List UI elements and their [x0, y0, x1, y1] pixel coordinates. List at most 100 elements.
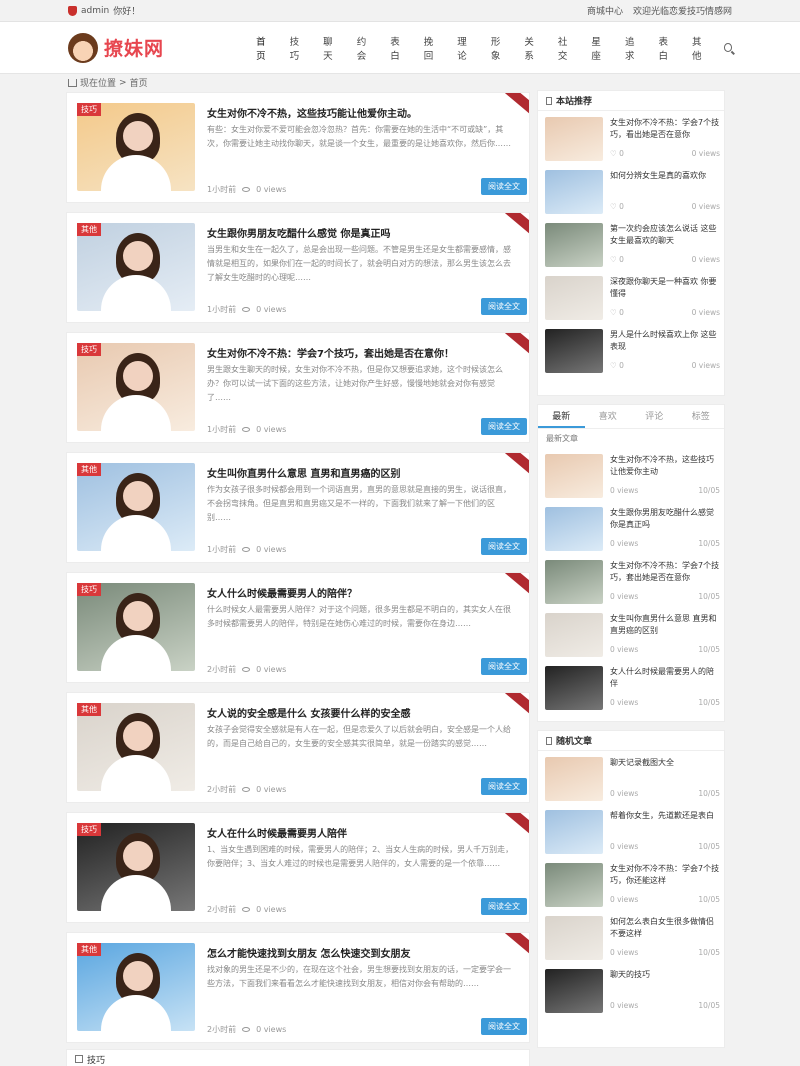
sidebar-thumbnail[interactable]	[545, 757, 603, 801]
post-title[interactable]: 女生对你不冷不热，这些技巧能让他爱你主动。	[207, 105, 507, 120]
bottom-section-label[interactable]: 技巧	[87, 1053, 105, 1066]
sidebar-item-title[interactable]: 男人是什么时候喜欢上你 这些表现	[610, 329, 720, 353]
sidebar-item-title[interactable]: 第一次约会应该怎么说话 这些女生最喜欢的聊天	[610, 223, 720, 247]
nav-item-other[interactable]: 其他	[684, 34, 718, 62]
post-thumbnail[interactable]	[77, 463, 195, 551]
post-title[interactable]: 怎么才能快速找到女朋友 怎么快速交到女朋友	[207, 945, 507, 960]
sidebar-item[interactable]: 如何分辨女生是真的喜欢你 ♡ 0 0 views	[538, 164, 724, 217]
nav-item-home[interactable]: 首页	[248, 34, 282, 62]
sidebar-item[interactable]: 聊天的技巧 0 views 10/05	[538, 963, 724, 1016]
sidebar-item[interactable]: 女生叫你直男什么意思 直男和直男癌的区别 0 views 10/05	[538, 607, 724, 660]
sidebar-item[interactable]: 女人什么时候最需要男人的陪伴 0 views 10/05	[538, 660, 724, 713]
sidebar-item[interactable]: 男人是什么时候喜欢上你 这些表现 ♡ 0 0 views	[538, 323, 724, 376]
nav-item-date[interactable]: 约会	[349, 34, 383, 62]
post-title[interactable]: 女生叫你直男什么意思 直男和直男癌的区别	[207, 465, 507, 480]
sidebar-item-title[interactable]: 帮着你女生，先道歉还是表白	[610, 810, 720, 834]
tab-comments[interactable]: 评论	[631, 405, 678, 428]
read-more-button[interactable]: 阅读全文	[481, 778, 527, 795]
search-icon[interactable]	[723, 43, 732, 52]
post-thumbnail[interactable]	[77, 703, 195, 791]
nav-item-skills[interactable]: 技巧	[282, 34, 316, 62]
read-more-button[interactable]: 阅读全文	[481, 538, 527, 555]
post-title[interactable]: 女生对你不冷不热：学会7个技巧，套出她是否在意你！	[207, 345, 507, 360]
sidebar-item-title[interactable]: 女人什么时候最需要男人的陪伴	[610, 666, 720, 690]
nav-item-theory[interactable]: 理论	[449, 34, 483, 62]
nav-item-image[interactable]: 形象	[483, 34, 517, 62]
post-thumbnail[interactable]	[77, 103, 195, 191]
sidebar-thumbnail[interactable]	[545, 613, 603, 657]
sidebar-item-title[interactable]: 女生对你不冷不热：学会7个技巧，看出她是否在意你	[610, 117, 720, 141]
sidebar-thumbnail[interactable]	[545, 223, 603, 267]
sidebar-item-title[interactable]: 女生对你不冷不热：学会7个技巧，套出她是否在意你	[610, 560, 720, 584]
top-link-shop[interactable]: 商城中心	[587, 4, 623, 17]
category-tag[interactable]: 其他	[77, 943, 101, 956]
sidebar-thumbnail[interactable]	[545, 117, 603, 161]
sidebar-item-title[interactable]: 女生叫你直男什么意思 直男和直男癌的区别	[610, 613, 720, 637]
sidebar-item-title[interactable]: 深夜跟你聊天是一种喜欢 你要懂得	[610, 276, 720, 300]
sidebar-thumbnail[interactable]	[545, 170, 603, 214]
sidebar-thumbnail[interactable]	[545, 666, 603, 710]
category-tag[interactable]: 其他	[77, 703, 101, 716]
category-tag[interactable]: 技巧	[77, 103, 101, 116]
category-tag[interactable]: 技巧	[77, 583, 101, 596]
read-more-button[interactable]: 阅读全文	[481, 418, 527, 435]
sidebar-thumbnail[interactable]	[545, 507, 603, 551]
sidebar-item[interactable]: 女生对你不冷不热：学会7个技巧，看出她是否在意你 ♡ 0 0 views	[538, 111, 724, 164]
sidebar-item-title[interactable]: 如何分辨女生是真的喜欢你	[610, 170, 720, 194]
sidebar-thumbnail[interactable]	[545, 276, 603, 320]
sidebar-item-title[interactable]: 聊天的技巧	[610, 969, 720, 993]
sidebar-item-title[interactable]: 如何怎么表白女生很多做情侣不要这样	[610, 916, 720, 940]
read-more-button[interactable]: 阅读全文	[481, 178, 527, 195]
sidebar-item-title[interactable]: 女生跟你男朋友吃醋什么感觉 你是真正吗	[610, 507, 720, 531]
breadcrumb-current[interactable]: 首页	[130, 76, 148, 89]
sidebar-thumbnail[interactable]	[545, 329, 603, 373]
post-thumbnail[interactable]	[77, 343, 195, 431]
sidebar-thumbnail[interactable]	[545, 916, 603, 960]
nav-item-chat[interactable]: 聊天	[315, 34, 349, 62]
category-tag[interactable]: 技巧	[77, 823, 101, 836]
tab-likes[interactable]: 喜欢	[585, 405, 632, 428]
sidebar-thumbnail[interactable]	[545, 863, 603, 907]
nav-item-pursue[interactable]: 追求	[617, 34, 651, 62]
nav-item-star[interactable]: 星座	[583, 34, 617, 62]
sidebar-item[interactable]: 聊天记录截图大全 0 views 10/05	[538, 751, 724, 804]
nav-item-recover[interactable]: 挽回	[416, 34, 450, 62]
read-more-button[interactable]: 阅读全文	[481, 658, 527, 675]
top-link-welcome[interactable]: 欢迎光临恋爱技巧情感网	[633, 4, 732, 17]
sidebar-thumbnail[interactable]	[545, 560, 603, 604]
sidebar-item-title[interactable]: 女生对你不冷不热，这些技巧让他爱你主动	[610, 454, 720, 478]
sidebar-thumbnail[interactable]	[545, 454, 603, 498]
category-tag[interactable]: 其他	[77, 463, 101, 476]
post-title[interactable]: 女人说的安全感是什么 女孩要什么样的安全感	[207, 705, 507, 720]
sidebar-item[interactable]: 帮着你女生，先道歉还是表白 0 views 10/05	[538, 804, 724, 857]
post-thumbnail[interactable]	[77, 943, 195, 1031]
sidebar-item[interactable]: 第一次约会应该怎么说话 这些女生最喜欢的聊天 ♡ 0 0 views	[538, 217, 724, 270]
tab-latest[interactable]: 最新	[538, 405, 585, 428]
nav-item-confess2[interactable]: 表白	[650, 34, 684, 62]
sidebar-item[interactable]: 女生对你不冷不热，这些技巧让他爱你主动 0 views 10/05	[538, 448, 724, 501]
nav-item-relation[interactable]: 关系	[516, 34, 550, 62]
post-thumbnail[interactable]	[77, 583, 195, 671]
post-thumbnail[interactable]	[77, 223, 195, 311]
sidebar-thumbnail[interactable]	[545, 969, 603, 1013]
sidebar-item-title[interactable]: 聊天记录截图大全	[610, 757, 720, 781]
site-logo[interactable]: 撩妹网	[68, 32, 248, 63]
post-title[interactable]: 女生跟你男朋友吃醋什么感觉 你是真正吗	[207, 225, 507, 240]
sidebar-thumbnail[interactable]	[545, 810, 603, 854]
sidebar-item[interactable]: 女生对你不冷不热：学会7个技巧，套出她是否在意你 0 views 10/05	[538, 554, 724, 607]
read-more-button[interactable]: 阅读全文	[481, 898, 527, 915]
nav-item-confess[interactable]: 表白	[382, 34, 416, 62]
sidebar-item[interactable]: 深夜跟你聊天是一种喜欢 你要懂得 ♡ 0 0 views	[538, 270, 724, 323]
post-thumbnail[interactable]	[77, 823, 195, 911]
sidebar-item[interactable]: 女生对你不冷不热：学会7个技巧，你还能这样 0 views 10/05	[538, 857, 724, 910]
read-more-button[interactable]: 阅读全文	[481, 1018, 527, 1035]
category-tag[interactable]: 其他	[77, 223, 101, 236]
sidebar-item[interactable]: 女生跟你男朋友吃醋什么感觉 你是真正吗 0 views 10/05	[538, 501, 724, 554]
read-more-button[interactable]: 阅读全文	[481, 298, 527, 315]
sidebar-item-title[interactable]: 女生对你不冷不热：学会7个技巧，你还能这样	[610, 863, 720, 887]
nav-item-social[interactable]: 社交	[550, 34, 584, 62]
user-name[interactable]: admin	[81, 6, 109, 16]
tab-tags[interactable]: 标签	[678, 405, 725, 428]
post-title[interactable]: 女人什么时候最需要男人的陪伴？	[207, 585, 507, 600]
sidebar-item[interactable]: 如何怎么表白女生很多做情侣不要这样 0 views 10/05	[538, 910, 724, 963]
